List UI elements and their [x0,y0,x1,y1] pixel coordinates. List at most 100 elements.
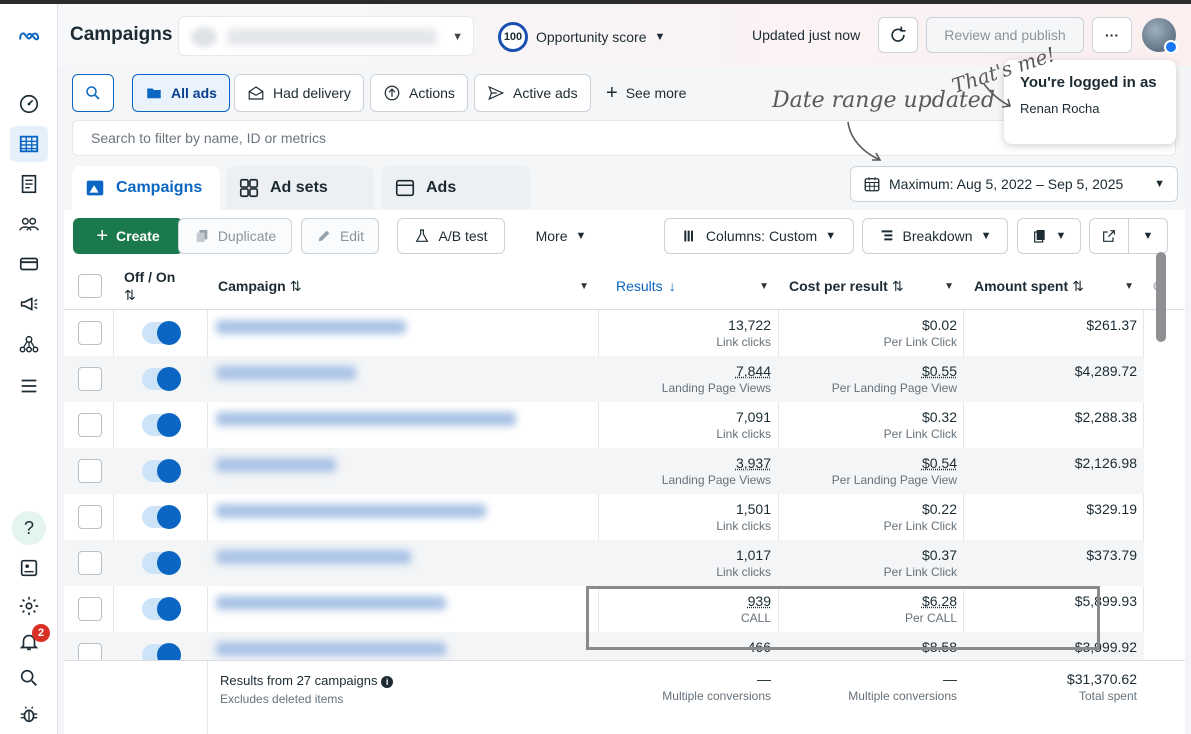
footer-spent-value: $31,370.62 [1066,671,1137,687]
campaign-name-redacted[interactable] [216,642,446,656]
row-checkbox[interactable] [78,459,102,483]
cost-type: Per Link Click [883,335,957,349]
refresh-button[interactable] [878,17,918,53]
date-range-picker[interactable]: Maximum: Aug 5, 2022 – Sep 5, 2025 ▼ [850,166,1178,202]
export-dropdown-button[interactable]: ▼ [1128,218,1168,254]
opportunity-score-label: Opportunity score [536,29,647,45]
campaign-toggle[interactable] [142,413,181,437]
tab-ads[interactable]: Ads [382,166,530,210]
totals-highlight-box [586,586,1100,650]
table-row[interactable]: 1,501 Link clicks $0.22 Per Link Click $329.… [64,494,1144,540]
spent-value: $2,288.38 [1074,409,1137,425]
off-on-header[interactable]: Off / On ⇅ [124,262,204,310]
sort-icon: ⇅ [1072,277,1084,294]
see-more-filters[interactable]: + See more [594,74,698,112]
search-filter-button[interactable] [72,74,114,112]
campaign-name-redacted[interactable] [216,550,411,564]
edit-button[interactable]: Edit [301,218,379,254]
campaign-name-redacted[interactable] [216,458,336,472]
select-all-checkbox[interactable] [78,274,102,298]
campaign-toggle[interactable] [142,367,181,391]
audiences-icon[interactable] [10,206,48,242]
spent-cell: $2,288.38 [964,409,1137,425]
export-button[interactable] [1089,218,1129,254]
more-actions-button[interactable]: More ▼ [516,218,606,254]
search-icon[interactable] [10,660,48,696]
off-on-label: Off / On [124,269,176,285]
row-checkbox[interactable] [78,321,102,345]
ads-manager-table-icon[interactable] [10,126,48,162]
actions-filter[interactable]: Actions [370,74,468,112]
settings-gear-icon[interactable] [10,588,48,624]
tab-ad-sets[interactable]: Ad sets [226,166,374,210]
campaign-toggle[interactable] [142,505,181,529]
more-options-button[interactable]: ··· [1092,17,1132,53]
help-icon[interactable]: ? [12,511,46,545]
results-type: Landing Page Views [661,473,771,487]
ab-test-button[interactable]: A/B test [397,218,505,254]
results-header[interactable]: Results ↓ ▼ [616,262,779,310]
create-button[interactable]: + Create [73,218,183,254]
all-ads-filter[interactable]: All ads [132,74,230,112]
row-checkbox[interactable] [78,551,102,575]
avatar[interactable] [1142,18,1178,54]
row-checkbox[interactable] [78,367,102,391]
calendar-icon [864,177,880,192]
ad-account-selector[interactable]: ▼ [178,16,474,56]
campaign-name-redacted[interactable] [216,366,356,380]
events-manager-icon[interactable] [10,550,48,586]
table-row[interactable]: 7,091 Link clicks $0.32 Per Link Click $2,28… [64,402,1144,448]
campaign-toggle[interactable] [142,321,181,345]
columns-icon [684,230,693,242]
pages-icon[interactable] [10,166,48,202]
search-icon [86,86,100,100]
refresh-icon [891,26,906,42]
table-row[interactable]: 13,722 Link clicks $0.02 Per Link Click $261… [64,310,1144,356]
table-row[interactable]: 7,844 Landing Page Views $0.55 Per Landing … [64,356,1144,402]
footer-results: — Multiple conversions [599,671,771,703]
review-and-publish-button[interactable]: Review and publish [926,17,1084,53]
columns-button[interactable]: Columns: Custom ▼ [664,218,854,254]
business-network-icon[interactable] [10,326,48,362]
toggle-knob [157,367,181,391]
breakdown-button[interactable]: Breakdown ▼ [862,218,1008,254]
info-icon[interactable]: i [381,676,394,688]
campaign-name-redacted[interactable] [216,320,406,334]
footer-cost-value: — [943,671,957,687]
row-checkbox[interactable] [78,505,102,529]
results-type: Link clicks [716,427,771,441]
bug-report-icon[interactable] [10,696,48,732]
table-scrollbar[interactable] [1156,252,1166,342]
row-checkbox[interactable] [78,597,102,621]
campaign-name-redacted[interactable] [216,412,516,426]
had-delivery-filter[interactable]: Had delivery [234,74,364,112]
table-row[interactable]: 3,937 Landing Page Views $0.54 Per Landing … [64,448,1144,494]
table-row[interactable]: 1,017 Link clicks $0.37 Per Link Click $373.… [64,540,1144,586]
tab-campaigns[interactable]: Campaigns [72,166,220,210]
plus-icon: + [96,224,109,247]
cost-per-result-header[interactable]: Cost per result ⇅ ▼ [789,262,964,310]
footer-cost: — Multiple conversions [779,671,957,703]
megaphone-icon[interactable] [10,286,48,322]
dashboard-gauge-icon[interactable] [10,86,48,122]
reports-button[interactable]: ▼ [1017,218,1081,254]
amount-spent-header[interactable]: Amount spent ⇅ ▼ [974,262,1144,310]
billing-card-icon[interactable] [10,246,48,282]
row-checkbox[interactable] [78,413,102,437]
opportunity-score[interactable]: 100 Opportunity score ▼ [498,22,665,52]
cost-value: $0.37 [921,547,957,563]
campaign-toggle[interactable] [142,597,181,621]
active-ads-filter[interactable]: Active ads [474,74,591,112]
duplicate-button[interactable]: Duplicate [178,218,292,254]
meta-logo-icon[interactable] [10,18,48,54]
campaign-name-redacted[interactable] [216,504,486,518]
campaign-header[interactable]: Campaign ⇅ ▼ [218,262,599,310]
footer-results-sub: Multiple conversions [662,689,771,703]
cost-cell: $0.37 Per Link Click [779,547,957,579]
tooltip-user-name: Renan Rocha [1020,101,1100,116]
campaign-toggle[interactable] [142,551,181,575]
campaign-toggle[interactable] [142,459,181,483]
menu-hamburger-icon[interactable] [10,368,48,404]
campaign-name-redacted[interactable] [216,596,446,610]
toggle-knob [157,321,181,345]
